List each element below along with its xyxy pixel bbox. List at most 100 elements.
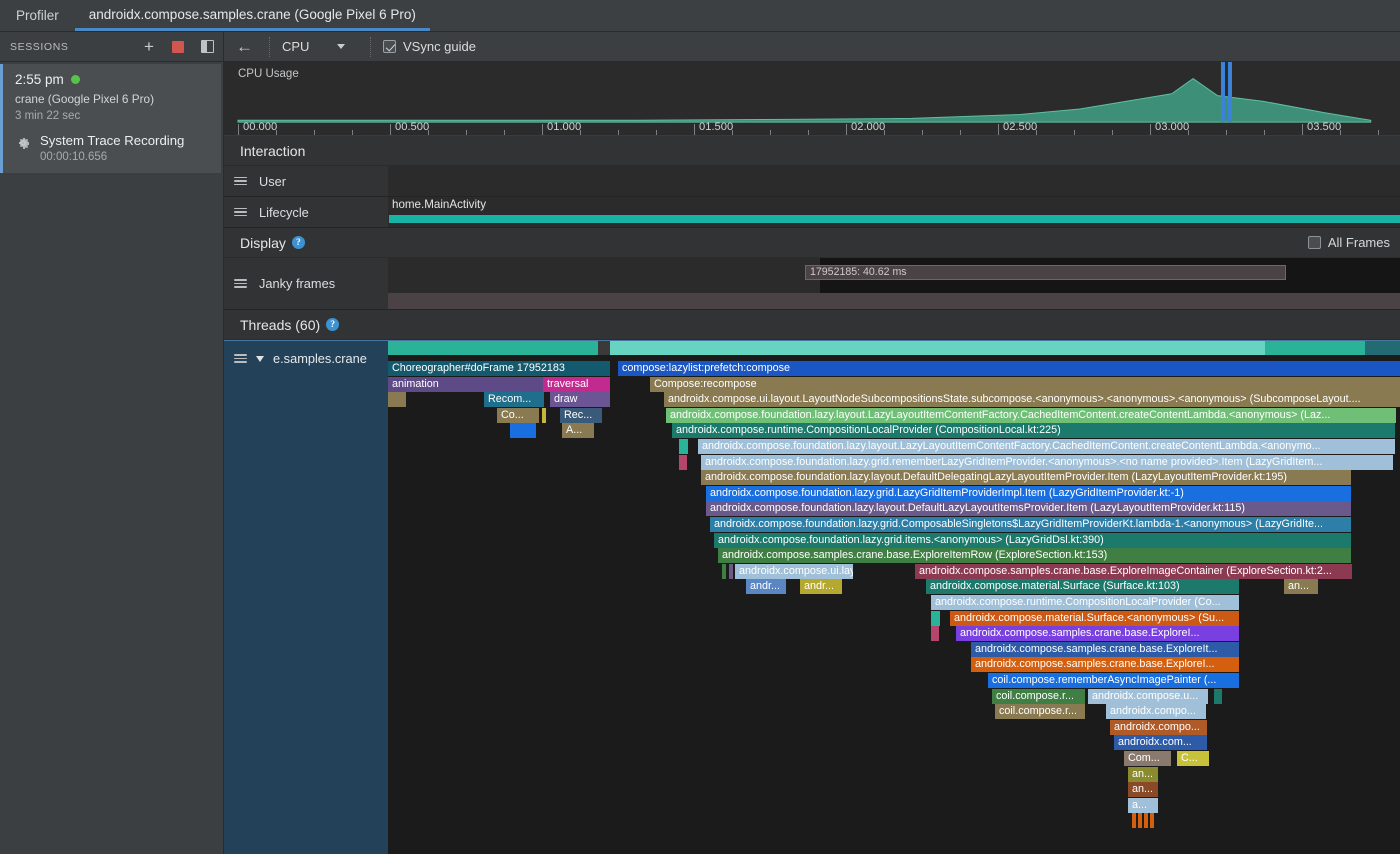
track-lifecycle-label-cell[interactable]: Lifecycle: [224, 197, 388, 227]
track-janky-frames[interactable]: Janky frames 17952185: 40.62 ms: [224, 258, 1400, 310]
track-lifecycle-body[interactable]: home.MainActivity: [388, 197, 1400, 227]
all-frames-checkbox[interactable]: [1308, 236, 1321, 249]
flame-slice[interactable]: androidx.compose.runtime.CompositionLoca…: [931, 595, 1239, 610]
flame-slice[interactable]: androidx.compose.runtime.CompositionLoca…: [672, 423, 1395, 438]
flame-slice[interactable]: Com...: [1124, 751, 1171, 766]
track-janky-body[interactable]: 17952185: 40.62 ms: [388, 258, 1400, 309]
flame-slice[interactable]: andr...: [800, 579, 842, 594]
flame-slice-narrow[interactable]: [931, 626, 939, 641]
ruler-label: 00.500: [395, 121, 429, 133]
flame-slice[interactable]: A...: [562, 423, 594, 438]
track-lifecycle[interactable]: Lifecycle home.MainActivity: [224, 197, 1400, 228]
cpu-state-segment[interactable]: [598, 341, 610, 355]
flame-slice[interactable]: androidx.compose.samples.crane.base.Expl…: [971, 642, 1239, 657]
flame-slice[interactable]: androidx.compose.foundation.lazy.layout.…: [698, 439, 1395, 454]
flame-slice[interactable]: traversal: [543, 377, 610, 392]
flame-slice-narrow[interactable]: [679, 455, 687, 470]
flame-chart-slices[interactable]: Choreographer#doFrame 17952183 compose:la…: [388, 355, 1400, 854]
flame-slice[interactable]: androidx.compose.ui.layout.LayoutNodeSub…: [664, 392, 1400, 407]
back-arrow-icon[interactable]: ←: [232, 38, 265, 55]
flame-slice[interactable]: androidx.compo...: [1106, 704, 1206, 719]
stop-recording-icon[interactable]: [170, 39, 186, 55]
flame-slice[interactable]: androidx.compose.material.Surface (Surfa…: [926, 579, 1239, 594]
cpu-usage-chart[interactable]: CPU Usage 00.00000.50001.00001.50002.000…: [224, 62, 1400, 136]
expand-triangle-icon[interactable]: [256, 356, 264, 362]
flame-slice[interactable]: androidx.compose.samples.crane.base.Expl…: [718, 548, 1351, 563]
flame-slice[interactable]: Rec...: [560, 408, 602, 423]
flame-slice[interactable]: androidx.compose.foundation.lazy.grid.it…: [714, 533, 1351, 548]
flame-slice-narrow[interactable]: [1144, 813, 1148, 828]
track-janky-label-cell[interactable]: Janky frames: [224, 258, 388, 309]
flame-slice[interactable]: andr...: [746, 579, 786, 594]
flame-slice-narrow[interactable]: [1138, 813, 1142, 828]
flame-slice-narrow[interactable]: [542, 408, 546, 423]
flame-slice[interactable]: an...: [1128, 767, 1158, 782]
flame-slice[interactable]: androidx.compose.foundation.lazy.grid.La…: [706, 486, 1351, 501]
flame-slice[interactable]: androidx.compose.material.Surface.<anony…: [950, 611, 1239, 626]
vsync-checkbox[interactable]: [383, 40, 396, 53]
thread-label-cell[interactable]: e.samples.crane: [224, 340, 388, 854]
flame-slice-narrow[interactable]: [729, 564, 733, 579]
lifecycle-activity-bar[interactable]: [389, 215, 1400, 223]
cpu-state-segment[interactable]: [610, 341, 1265, 355]
flame-slice[interactable]: coil.compose.rememberAsyncImagePainter (…: [988, 673, 1239, 688]
flame-slice[interactable]: draw: [550, 392, 610, 407]
flame-slice[interactable]: C...: [1177, 751, 1209, 766]
recording-item[interactable]: System Trace Recording 00:00:10.656: [15, 133, 211, 163]
session-item[interactable]: 2:55 pm crane (Google Pixel 6 Pro) 3 min…: [0, 64, 221, 173]
flame-slice[interactable]: Recom...: [484, 392, 544, 407]
flame-slice[interactable]: compose:lazylist:prefetch:compose: [618, 361, 1400, 376]
flame-slice[interactable]: androidx.compose.u...: [1088, 689, 1208, 704]
session-active-dot-icon: [71, 75, 80, 84]
flame-slice[interactable]: androidx.com...: [1114, 735, 1207, 750]
flame-slice-narrow[interactable]: [1132, 813, 1136, 828]
capture-type-dropdown[interactable]: CPU: [274, 39, 366, 54]
flame-slice[interactable]: androidx.compose.samples.crane.base.Expl…: [956, 626, 1239, 641]
flame-slice-narrow[interactable]: [722, 564, 726, 579]
flame-slice-narrow[interactable]: [510, 423, 536, 438]
flame-slice[interactable]: an...: [1128, 782, 1158, 797]
cpu-state-strip[interactable]: [388, 341, 1400, 355]
flame-slice[interactable]: androidx.compose.foundation.lazy.layout.…: [666, 408, 1396, 423]
flame-slice[interactable]: androidx.compose.foundation.lazy.layout.…: [706, 501, 1351, 516]
flame-slice[interactable]: coil.compose.r...: [992, 689, 1085, 704]
flame-slice[interactable]: androidx.compose.foundation.lazy.grid.Co…: [710, 517, 1351, 532]
track-user[interactable]: User: [224, 166, 1400, 197]
track-user-body[interactable]: [388, 166, 1400, 196]
cpu-state-segment[interactable]: [1365, 341, 1400, 355]
cpu-state-segment[interactable]: [1265, 341, 1365, 355]
flame-slice[interactable]: Compose:recompose: [650, 377, 1400, 392]
ruler-tick-minor: [276, 130, 277, 135]
tab-profiler[interactable]: Profiler: [0, 0, 75, 31]
tab-session-crane[interactable]: androidx.compose.samples.crane (Google P…: [75, 0, 430, 31]
flame-slice[interactable]: androidx.compose.ui.layout.m...: [735, 564, 853, 579]
cpu-state-segment[interactable]: [388, 341, 598, 355]
toggle-panel-icon[interactable]: [199, 39, 215, 55]
flame-slice[interactable]: coil.compose.r...: [995, 704, 1085, 719]
flame-slice[interactable]: androidx.compo...: [1110, 720, 1207, 735]
timeline-ruler[interactable]: 00.00000.50001.00001.50002.00002.50003.0…: [224, 113, 1400, 135]
flame-slice[interactable]: androidx.compose.samples.crane.base.Expl…: [971, 657, 1239, 672]
thread-row-main[interactable]: e.samples.crane Choreographer#doFrame 17…: [224, 340, 1400, 854]
flame-slice[interactable]: androidx.compose.samples.crane.base.Expl…: [915, 564, 1352, 579]
thread-flame-chart[interactable]: Choreographer#doFrame 17952183 compose:la…: [388, 340, 1400, 854]
help-icon[interactable]: ?: [326, 318, 339, 331]
janky-frame-slice[interactable]: 17952185: 40.62 ms: [805, 265, 1286, 280]
help-icon[interactable]: ?: [292, 236, 305, 249]
flame-slice-narrow[interactable]: [1214, 689, 1222, 704]
flame-slice[interactable]: androidx.compose.foundation.lazy.layout.…: [701, 470, 1351, 485]
add-session-icon[interactable]: +: [141, 39, 157, 55]
track-user-label-cell[interactable]: User: [224, 166, 388, 196]
flame-slice-narrow[interactable]: [931, 611, 940, 626]
flame-slice[interactable]: Co...: [497, 408, 539, 423]
flame-slice[interactable]: animation: [388, 377, 543, 392]
all-frames-toggle[interactable]: All Frames: [1308, 235, 1400, 250]
vsync-guide-toggle[interactable]: VSync guide: [375, 39, 476, 54]
flame-slice-narrow[interactable]: [388, 392, 406, 407]
flame-slice[interactable]: a...: [1128, 798, 1158, 813]
flame-slice[interactable]: Choreographer#doFrame 17952183: [388, 361, 610, 376]
flame-slice[interactable]: androidx.compose.foundation.lazy.grid.re…: [701, 455, 1393, 470]
flame-slice-narrow[interactable]: [1150, 813, 1154, 828]
flame-slice[interactable]: an...: [1284, 579, 1318, 594]
flame-slice-narrow[interactable]: [679, 439, 688, 454]
